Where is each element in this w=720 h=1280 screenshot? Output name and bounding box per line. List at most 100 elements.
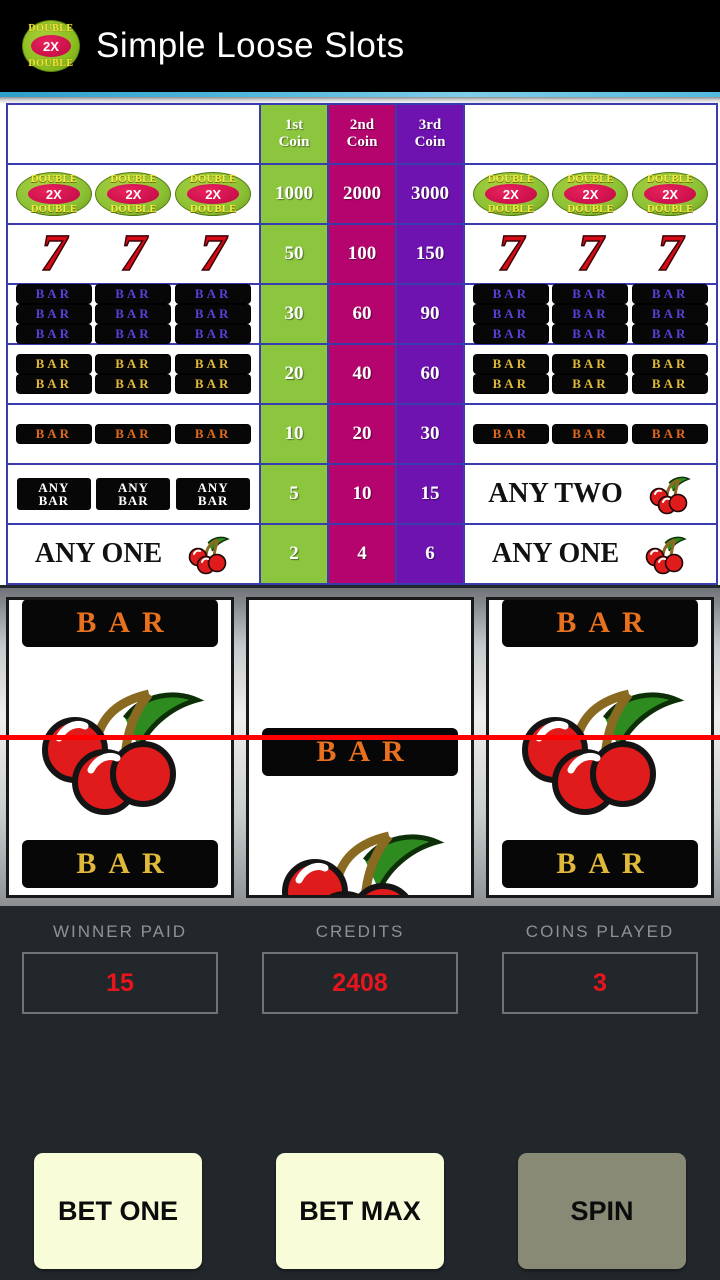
pay-any-bar-3rd: 15 — [395, 463, 465, 525]
bar-label: BAR — [176, 305, 251, 323]
reel-3-top-symbol: BAR — [489, 600, 711, 647]
bet-one-button[interactable]: BET ONE — [34, 1153, 202, 1269]
row-single-bar-left: BAR BAR BAR — [6, 403, 261, 465]
any-bar-line2: BAR — [38, 493, 70, 508]
double-badge-bottom: DOUBLE — [487, 203, 535, 215]
reel-3-middle-symbol — [489, 646, 711, 844]
row-seven-symbols-left: 7 7 7 — [6, 223, 261, 285]
triple-bar-icon: BAR BAR BAR — [473, 285, 548, 343]
app-header: DOUBLE 2X DOUBLE Simple Loose Slots — [0, 0, 720, 92]
cherries-icon — [649, 476, 691, 515]
bar-label: BAR — [176, 325, 251, 343]
double-badge-center: 2X — [27, 184, 80, 204]
pay-double-3rd: 3000 — [395, 163, 465, 225]
header-2nd-coin-line1: 2nd — [349, 116, 375, 133]
spin-button[interactable]: SPIN — [518, 1153, 686, 1269]
reel-1[interactable]: BAR BAR — [6, 597, 234, 898]
any-bar-line2: BAR — [118, 493, 149, 508]
pay-single-bar-1st: 10 — [259, 403, 329, 465]
app-logo-icon: DOUBLE 2X DOUBLE — [22, 20, 80, 72]
row-double-symbols-left: DOUBLE 2X DOUBLE DOUBLE 2X DOUBLE DOUBLE… — [6, 163, 261, 225]
bar-label: BAR — [633, 375, 708, 393]
bar-symbol: BAR — [22, 840, 218, 888]
cherries-icon — [645, 536, 687, 575]
reel-1-top-symbol: BAR — [9, 600, 231, 647]
reel-2-middle-symbol: BAR — [249, 722, 471, 782]
bar-label: BAR — [553, 325, 628, 343]
stat-coins-played: COINS PLAYED 3 — [502, 922, 698, 1014]
bar-label: BAR — [96, 425, 171, 443]
double-bar-icon: BAR BAR — [633, 355, 708, 393]
bar-symbol: BAR — [502, 600, 698, 647]
paytable-corner-blank-right — [463, 103, 718, 165]
bar-label: BAR — [16, 305, 91, 323]
cherries-icon — [522, 689, 685, 815]
bar-label: BAR — [473, 285, 548, 303]
bar-label: BAR — [553, 355, 628, 373]
paytable-row-double-2x: DOUBLE 2X DOUBLE DOUBLE 2X DOUBLE DOUBLE… — [6, 163, 718, 225]
reel-frame: BAR BAR BAR BAR BAR — [0, 588, 720, 906]
triple-bar-icon: BAR BAR BAR — [176, 285, 251, 343]
single-bar-icon: BAR — [633, 425, 708, 443]
pay-double-bar-2nd: 40 — [327, 343, 397, 405]
paytable-header-row: 1st Coin 2nd Coin 3rd Coin — [6, 103, 718, 165]
seven-icon: 7 — [497, 225, 525, 282]
double-badge-bottom: DOUBLE — [567, 203, 614, 215]
double-bar-icon: BAR BAR — [96, 355, 171, 393]
double-badge-center: 2X — [484, 184, 537, 204]
double-bar-icon: BAR BAR — [473, 355, 548, 393]
bar-label: BAR — [473, 375, 548, 393]
reel-2[interactable]: BAR — [246, 597, 474, 898]
bar-label: BAR — [96, 325, 171, 343]
pay-any-one-1st: 2 — [259, 523, 329, 585]
bar-label: BAR — [176, 375, 251, 393]
bar-label: BAR — [16, 285, 91, 303]
triple-bar-icon: BAR BAR BAR — [16, 285, 91, 343]
paytable-row-triple-bar: BAR BAR BAR BAR BAR BAR BAR BAR BAR 30 6… — [6, 283, 718, 345]
any-one-label-right: ANY ONE — [491, 538, 620, 569]
paytable-row-seven: 7 7 7 50 100 150 7 7 7 — [6, 223, 718, 285]
double-2x-icon: DOUBLE 2X DOUBLE — [632, 172, 709, 216]
double-badge-bottom: DOUBLE — [110, 203, 157, 215]
bar-symbol: BAR — [502, 840, 698, 888]
double-bar-icon: BAR BAR — [553, 355, 628, 393]
bar-label: BAR — [473, 355, 548, 373]
control-buttons: BET ONE BET MAX SPIN — [0, 1153, 720, 1269]
single-bar-icon: BAR — [96, 425, 171, 443]
cherries-icon — [42, 689, 205, 815]
any-bar-icon: ANY BAR — [16, 478, 91, 510]
header-2nd-coin: 2nd Coin — [327, 103, 397, 165]
cherries-icon — [188, 536, 230, 575]
bar-label: BAR — [16, 355, 91, 373]
reel-2-bottom-symbol — [249, 782, 471, 895]
single-bar-icon: BAR — [16, 425, 91, 443]
bar-label: BAR — [16, 425, 91, 443]
seven-icon: 7 — [577, 225, 605, 282]
stats-panel: WINNER PAID 15 CREDITS 2408 COINS PLAYED… — [0, 906, 720, 1014]
reel-3-bottom-symbol: BAR — [489, 840, 711, 888]
reel-3[interactable]: BAR BAR — [486, 597, 714, 898]
reels-container: BAR BAR BAR BAR BAR — [6, 597, 714, 898]
row-double-symbols-right: DOUBLE 2X DOUBLE DOUBLE 2X DOUBLE DOUBLE… — [463, 163, 718, 225]
logo-bottom-text: DOUBLE — [28, 58, 74, 69]
single-bar-icon: BAR — [473, 425, 548, 443]
any-bar-line2: BAR — [197, 493, 229, 508]
credits-value: 2408 — [262, 952, 458, 1014]
double-badge-center: 2X — [644, 184, 697, 204]
double-badge-bottom: DOUBLE — [30, 203, 78, 215]
pay-double-1st: 1000 — [259, 163, 329, 225]
pay-triple-bar-1st: 30 — [259, 283, 329, 345]
paytable-row-any-one: ANY ONE 2 4 6 ANY ONE — [6, 523, 718, 585]
bet-max-button[interactable]: BET MAX — [276, 1153, 444, 1269]
bar-label: BAR — [553, 305, 628, 323]
coins-played-value: 3 — [502, 952, 698, 1014]
bar-label: BAR — [633, 285, 708, 303]
pay-triple-bar-3rd: 90 — [395, 283, 465, 345]
paytable: 1st Coin 2nd Coin 3rd Coin DOUBLE 2X DOU… — [6, 103, 718, 585]
row-triple-bar-left: BAR BAR BAR BAR BAR BAR BAR BAR BAR — [6, 283, 261, 345]
seven-icon: 7 — [656, 225, 684, 282]
bar-label: BAR — [16, 375, 91, 393]
logo-top-text: DOUBLE — [28, 23, 74, 34]
seven-icon: 7 — [199, 225, 227, 282]
bar-label: BAR — [96, 305, 171, 323]
